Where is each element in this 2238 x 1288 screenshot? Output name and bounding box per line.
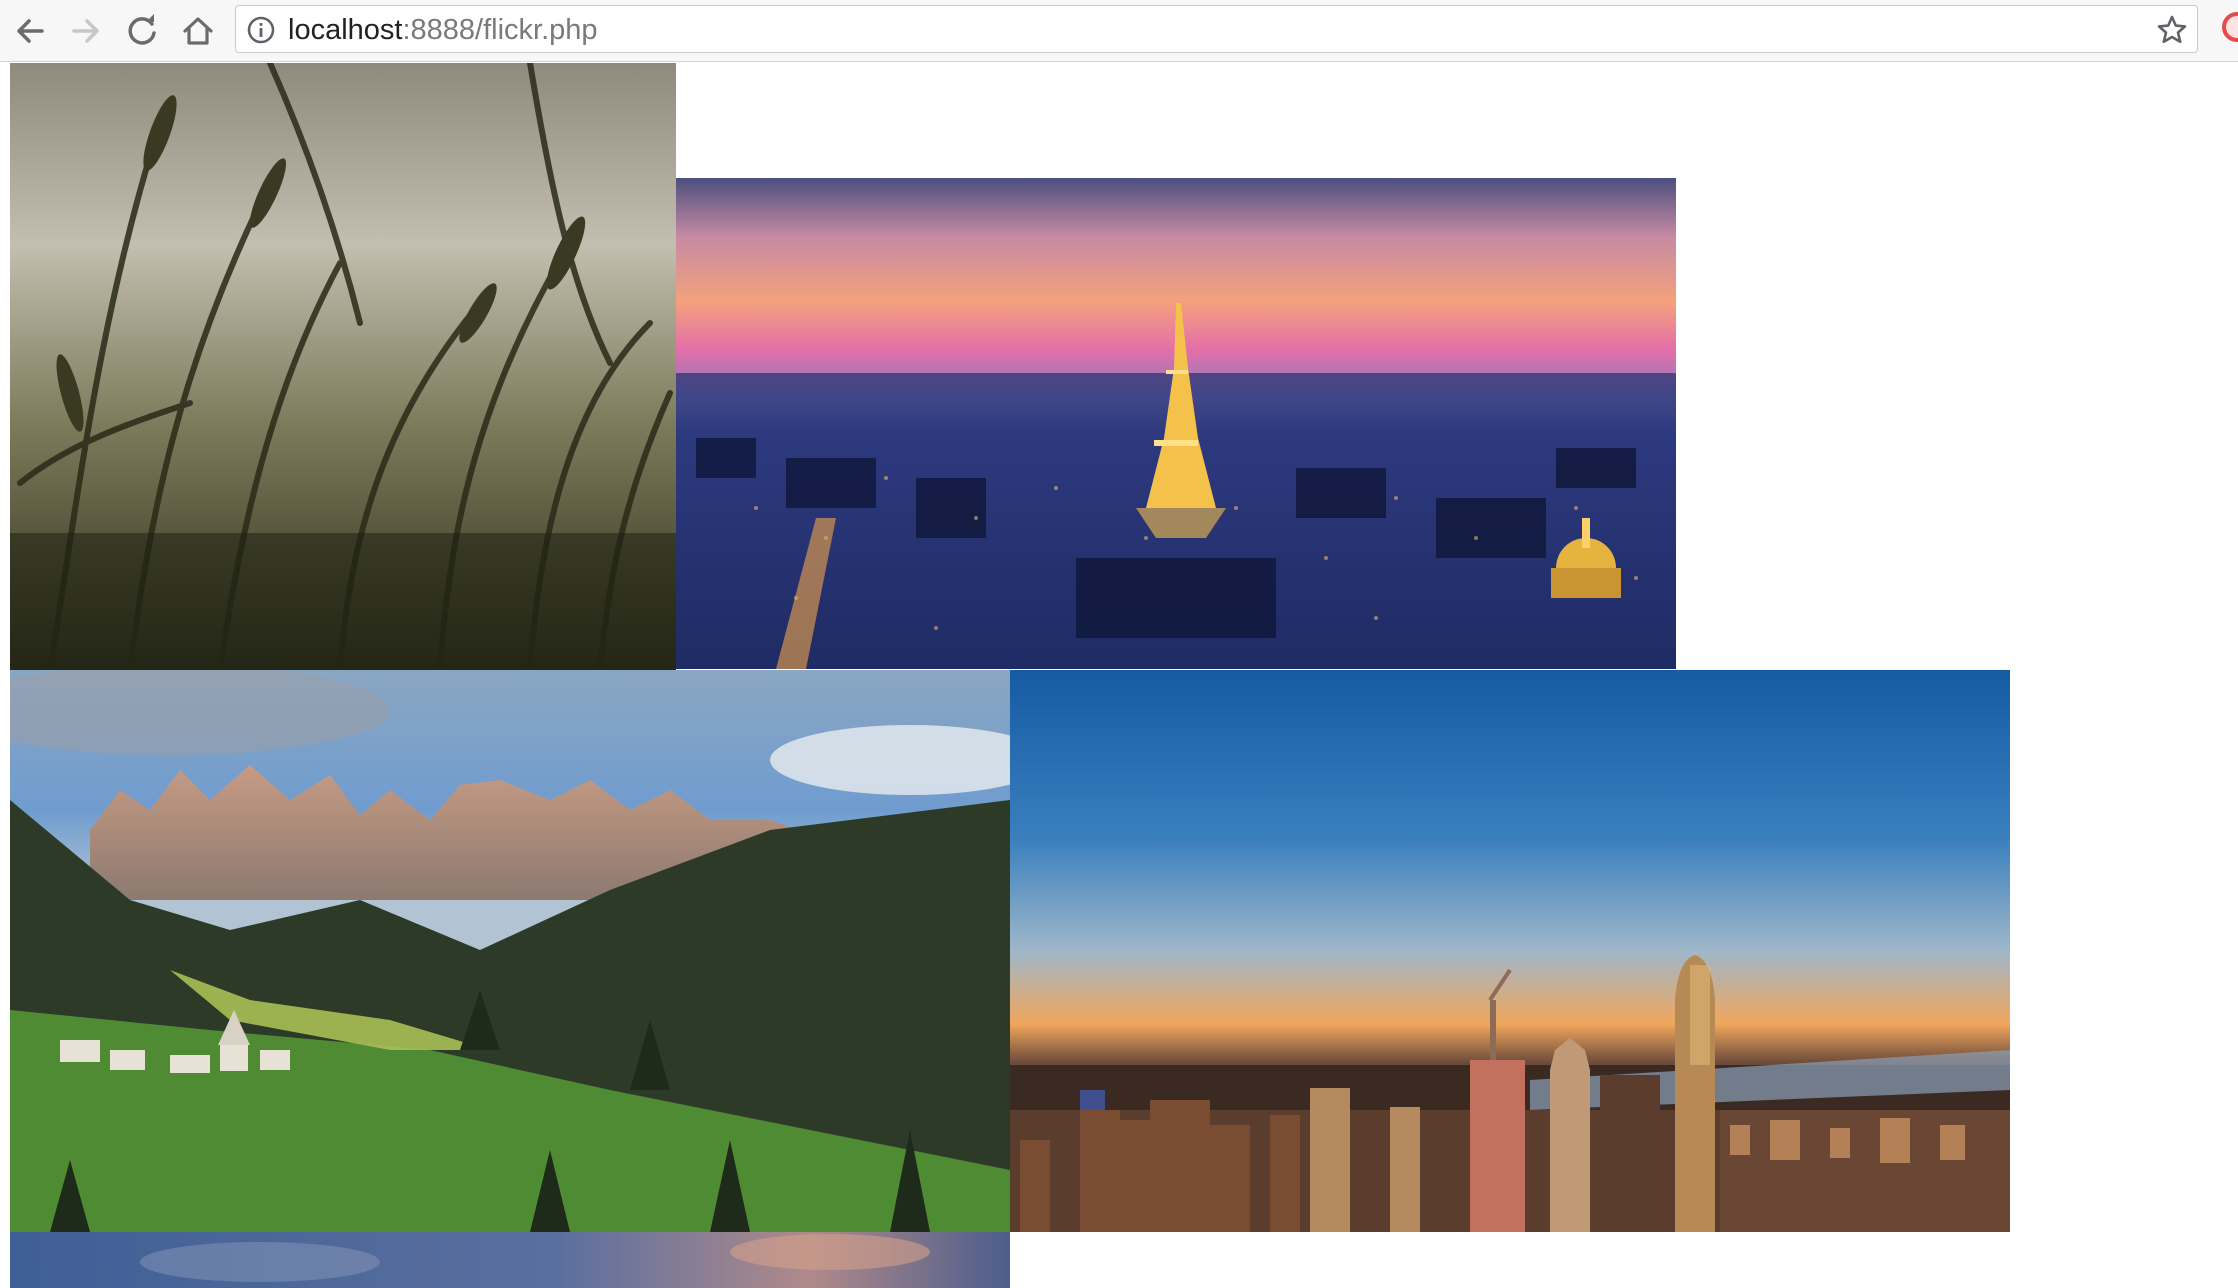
photo-new-york[interactable]: new-york-skyline-sunset <box>1010 670 2010 1232</box>
url-host: localhost <box>288 14 403 46</box>
url-text[interactable]: localhost:8888/flickr.php <box>288 15 598 45</box>
address-bar[interactable]: localhost:8888/flickr.php <box>235 5 2198 53</box>
wheat-image <box>10 63 676 670</box>
photo-dolomites[interactable]: dolomites-mountain-village <box>10 670 1010 1232</box>
home-button[interactable] <box>176 9 220 53</box>
back-button[interactable] <box>8 9 52 53</box>
paris-image <box>676 178 1676 669</box>
reload-button[interactable] <box>120 9 164 53</box>
photo-partial[interactable]: mountain-dusk-partial <box>10 1232 1010 1288</box>
star-icon[interactable] <box>2155 13 2189 47</box>
dolomites-image <box>10 670 1010 1232</box>
photo-paris[interactable]: paris-eiffel-tower-night <box>676 178 1676 669</box>
home-icon <box>183 17 213 45</box>
extension-icon[interactable] <box>2222 12 2238 42</box>
new-york-image <box>1010 670 2010 1232</box>
photo-wheat[interactable]: wheat-grass-closeup <box>10 63 676 670</box>
info-circle-icon[interactable] <box>246 15 276 45</box>
browser-toolbar: localhost:8888/flickr.php <box>0 0 2238 62</box>
url-path: :8888/flickr.php <box>402 14 598 46</box>
arrow-left-icon <box>17 19 44 43</box>
reload-icon <box>128 14 156 45</box>
arrow-right-icon <box>72 19 99 43</box>
partial-image <box>10 1232 1010 1288</box>
forward-button[interactable] <box>64 9 108 53</box>
